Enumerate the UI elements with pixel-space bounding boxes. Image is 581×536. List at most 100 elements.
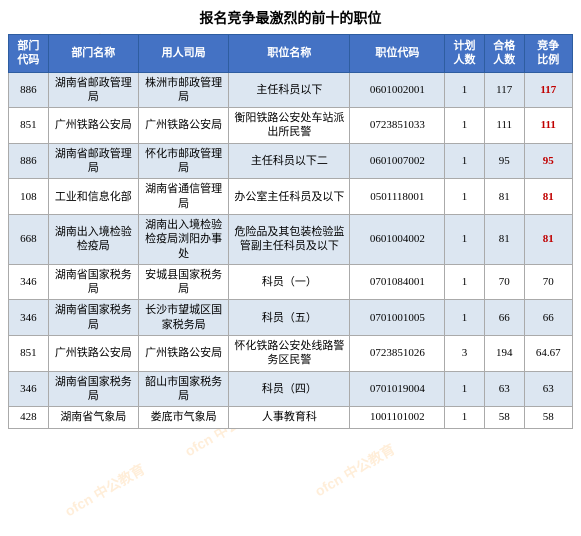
- cell-pos_code: 0701084001: [350, 264, 445, 300]
- table-row: 346湖南省国家税务局安城县国家税务局科员（一）070108400117070: [9, 264, 573, 300]
- cell-ratio: 81: [524, 179, 572, 215]
- cell-employer: 湖南省通信管理局: [138, 179, 228, 215]
- cell-plan_count: 1: [445, 371, 485, 407]
- cell-pos_name: 衡阳铁路公安处车站派出所民警: [229, 108, 350, 144]
- cell-employer: 湖南出入境检验检疫局浏阳办事处: [138, 214, 228, 264]
- cell-plan_count: 3: [445, 336, 485, 372]
- table-row: 108工业和信息化部湖南省通信管理局办公室主任科员及以下050111800118…: [9, 179, 573, 215]
- table-row: 346湖南省国家税务局长沙市望城区国家税务局科员（五）0701001005166…: [9, 300, 573, 336]
- cell-pass_count: 58: [484, 407, 524, 428]
- cell-dept_name: 湖南省国家税务局: [48, 300, 138, 336]
- cell-pass_count: 63: [484, 371, 524, 407]
- cell-ratio: 63: [524, 371, 572, 407]
- table-header-row: 部门代码 部门名称 用人司局 职位名称 职位代码 计划人数 合格人数 竞争比例: [9, 35, 573, 73]
- cell-plan_count: 1: [445, 407, 485, 428]
- cell-pos_name: 科员（四）: [229, 371, 350, 407]
- table-row: 886湖南省邮政管理局株洲市邮政管理局主任科员以下060100200111171…: [9, 72, 573, 108]
- cell-ratio: 66: [524, 300, 572, 336]
- cell-pass_count: 81: [484, 214, 524, 264]
- cell-pass_count: 194: [484, 336, 524, 372]
- cell-pos_code: 0601007002: [350, 143, 445, 179]
- cell-pos_name: 科员（五）: [229, 300, 350, 336]
- cell-ratio: 95: [524, 143, 572, 179]
- cell-pos_name: 科员（一）: [229, 264, 350, 300]
- table-row: 668湖南出入境检验检疫局湖南出入境检验检疫局浏阳办事处危险品及其包装检验监管副…: [9, 214, 573, 264]
- main-table: 部门代码 部门名称 用人司局 职位名称 职位代码 计划人数 合格人数 竞争比例 …: [8, 34, 573, 429]
- cell-pos_code: 1001101002: [350, 407, 445, 428]
- header-ratio: 竞争比例: [524, 35, 572, 73]
- cell-ratio: 81: [524, 214, 572, 264]
- cell-dept_code: 346: [9, 300, 49, 336]
- cell-employer: 怀化市邮政管理局: [138, 143, 228, 179]
- header-employer: 用人司局: [138, 35, 228, 73]
- cell-pos_code: 0601004002: [350, 214, 445, 264]
- cell-dept_name: 湖南省国家税务局: [48, 264, 138, 300]
- cell-pos_name: 主任科员以下: [229, 72, 350, 108]
- cell-pass_count: 70: [484, 264, 524, 300]
- cell-dept_name: 湖南省国家税务局: [48, 371, 138, 407]
- cell-dept_code: 108: [9, 179, 49, 215]
- cell-plan_count: 1: [445, 214, 485, 264]
- cell-plan_count: 1: [445, 179, 485, 215]
- cell-employer: 广州铁路公安局: [138, 336, 228, 372]
- cell-pos_name: 危险品及其包装检验监管副主任科员及以下: [229, 214, 350, 264]
- cell-employer: 娄底市气象局: [138, 407, 228, 428]
- cell-pos_code: 0701019004: [350, 371, 445, 407]
- cell-employer: 株洲市邮政管理局: [138, 72, 228, 108]
- header-dept-name: 部门名称: [48, 35, 138, 73]
- cell-plan_count: 1: [445, 143, 485, 179]
- cell-pos_name: 办公室主任科员及以下: [229, 179, 350, 215]
- cell-dept_name: 广州铁路公安局: [48, 336, 138, 372]
- cell-dept_code: 346: [9, 264, 49, 300]
- cell-employer: 安城县国家税务局: [138, 264, 228, 300]
- cell-dept_name: 湖南出入境检验检疫局: [48, 214, 138, 264]
- table-row: 851广州铁路公安局广州铁路公安局怀化铁路公安处线路警务区民警072385102…: [9, 336, 573, 372]
- table-row: 346湖南省国家税务局韶山市国家税务局科员（四）070101900416363: [9, 371, 573, 407]
- cell-dept_name: 湖南省邮政管理局: [48, 143, 138, 179]
- cell-pos_code: 0501118001: [350, 179, 445, 215]
- cell-dept_code: 851: [9, 336, 49, 372]
- cell-plan_count: 1: [445, 300, 485, 336]
- header-pos-code: 职位代码: [350, 35, 445, 73]
- cell-dept_code: 851: [9, 108, 49, 144]
- cell-ratio: 58: [524, 407, 572, 428]
- table-row: 428湖南省气象局娄底市气象局人事教育科100110100215858: [9, 407, 573, 428]
- cell-pos_name: 主任科员以下二: [229, 143, 350, 179]
- cell-dept_code: 346: [9, 371, 49, 407]
- cell-employer: 长沙市望城区国家税务局: [138, 300, 228, 336]
- cell-pass_count: 117: [484, 72, 524, 108]
- cell-dept_name: 湖南省气象局: [48, 407, 138, 428]
- cell-dept_name: 广州铁路公安局: [48, 108, 138, 144]
- cell-ratio: 117: [524, 72, 572, 108]
- cell-pos_code: 0723851033: [350, 108, 445, 144]
- cell-dept_code: 886: [9, 72, 49, 108]
- cell-pos_name: 人事教育科: [229, 407, 350, 428]
- cell-pass_count: 111: [484, 108, 524, 144]
- cell-dept_code: 886: [9, 143, 49, 179]
- cell-pos_code: 0723851026: [350, 336, 445, 372]
- cell-ratio: 70: [524, 264, 572, 300]
- header-pos-name: 职位名称: [229, 35, 350, 73]
- cell-employer: 韶山市国家税务局: [138, 371, 228, 407]
- header-dept-code: 部门代码: [9, 35, 49, 73]
- cell-pos_code: 0601002001: [350, 72, 445, 108]
- header-plan-count: 计划人数: [445, 35, 485, 73]
- cell-plan_count: 1: [445, 72, 485, 108]
- page-title: 报名竞争最激烈的前十的职位: [0, 0, 581, 34]
- cell-employer: 广州铁路公安局: [138, 108, 228, 144]
- cell-dept_code: 668: [9, 214, 49, 264]
- cell-dept_name: 工业和信息化部: [48, 179, 138, 215]
- cell-ratio: 64.67: [524, 336, 572, 372]
- cell-pass_count: 66: [484, 300, 524, 336]
- cell-pass_count: 81: [484, 179, 524, 215]
- cell-ratio: 111: [524, 108, 572, 144]
- cell-dept_name: 湖南省邮政管理局: [48, 72, 138, 108]
- table-row: 851广州铁路公安局广州铁路公安局衡阳铁路公安处车站派出所民警072385103…: [9, 108, 573, 144]
- cell-dept_code: 428: [9, 407, 49, 428]
- cell-pos_name: 怀化铁路公安处线路警务区民警: [229, 336, 350, 372]
- header-pass-count: 合格人数: [484, 35, 524, 73]
- table-row: 886湖南省邮政管理局怀化市邮政管理局主任科员以下二06010070021959…: [9, 143, 573, 179]
- table-wrapper: 部门代码 部门名称 用人司局 职位名称 职位代码 计划人数 合格人数 竞争比例 …: [0, 34, 581, 437]
- cell-plan_count: 1: [445, 264, 485, 300]
- cell-pos_code: 0701001005: [350, 300, 445, 336]
